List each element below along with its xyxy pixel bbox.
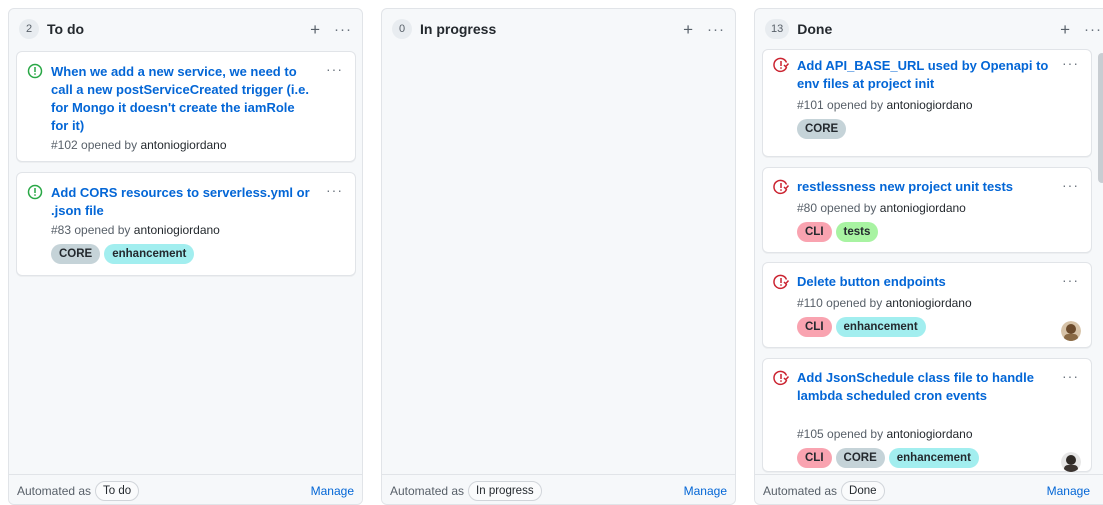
card-menu-kebab-icon[interactable]: ··· xyxy=(326,61,343,77)
automated-as-text: Automated as xyxy=(763,483,838,498)
card-count-badge: 2 xyxy=(19,19,39,39)
column-title: To do xyxy=(47,21,85,37)
manage-automation-link[interactable]: Manage xyxy=(684,484,727,498)
label-core[interactable]: CORE xyxy=(51,244,101,264)
card-count-badge: 0 xyxy=(392,19,412,39)
issue-title-link[interactable]: When we add a new service, we need to ca… xyxy=(51,63,315,135)
issue-number: #110 xyxy=(797,296,823,310)
issue-meta: #83 opened by antoniogiordano xyxy=(51,223,220,237)
label-tests[interactable]: tests xyxy=(835,222,879,242)
column-to-do: 2 To do + ··· When we add a new service,… xyxy=(8,8,363,505)
author-link[interactable]: antoniogiordano xyxy=(886,98,972,112)
issue-card[interactable]: When we add a new service, we need to ca… xyxy=(16,51,356,162)
issue-number: #83 xyxy=(51,223,72,237)
column-menu-kebab-icon[interactable]: ··· xyxy=(334,21,352,38)
label-cli[interactable]: CLI xyxy=(797,448,832,468)
manage-automation-link[interactable]: Manage xyxy=(1047,484,1090,498)
issue-card[interactable]: Add API_BASE_URL used by Openapi to env … xyxy=(762,49,1092,157)
column-menu-kebab-icon[interactable]: ··· xyxy=(1084,21,1102,38)
issue-closed-icon xyxy=(773,370,789,386)
issue-closed-icon xyxy=(773,57,789,73)
label-list: CLI tests xyxy=(797,222,879,242)
issue-opened-icon xyxy=(27,184,43,200)
issue-number: #102 xyxy=(51,138,78,152)
card-menu-kebab-icon[interactable]: ··· xyxy=(1062,272,1079,288)
issue-meta: #105 opened by antoniogiordano xyxy=(797,427,973,441)
issue-closed-icon xyxy=(773,274,789,290)
column-menu-kebab-icon[interactable]: ··· xyxy=(707,21,725,38)
issue-title-link[interactable]: Add CORS resources to serverless.yml or … xyxy=(51,184,315,220)
automated-as-text: Automated as xyxy=(17,483,92,498)
label-cli[interactable]: CLI xyxy=(797,222,832,242)
column-header: 0 In progress + ··· xyxy=(382,9,735,49)
author-link[interactable]: antoniogiordano xyxy=(134,223,220,237)
column-in-progress: 0 In progress + ··· Automated as In prog… xyxy=(381,8,736,505)
issue-number: #105 xyxy=(797,427,824,441)
opened-by-text: opened by xyxy=(827,98,884,112)
issue-card[interactable]: Add CORS resources to serverless.yml or … xyxy=(16,172,356,276)
opened-by-text: opened by xyxy=(74,223,131,237)
column-footer: Automated as Done Manage xyxy=(755,474,1103,504)
issue-number: #80 xyxy=(797,201,818,215)
author-link[interactable]: antoniogiordano xyxy=(886,296,972,310)
opened-by-text: opened by xyxy=(826,296,883,310)
card-menu-kebab-icon[interactable]: ··· xyxy=(1062,55,1079,71)
issue-card[interactable]: Delete button endpoints ··· #110 opened … xyxy=(762,262,1092,348)
opened-by-text: opened by xyxy=(81,138,138,152)
automation-preset-badge: In progress xyxy=(468,480,542,501)
issue-title-link[interactable]: Delete button endpoints xyxy=(797,273,1051,291)
label-enhancement[interactable]: enhancement xyxy=(104,244,195,264)
column-title: Done xyxy=(797,21,833,37)
issue-meta: #80 opened by antoniogiordano xyxy=(797,201,966,215)
automated-as-text: Automated as xyxy=(390,483,465,498)
label-list: CLI enhancement xyxy=(797,317,926,337)
author-link[interactable]: antoniogiordano xyxy=(886,427,972,441)
label-list: CORE xyxy=(797,119,847,139)
issue-closed-icon xyxy=(773,179,789,195)
column-footer: Automated as To do Manage xyxy=(9,474,362,504)
author-link[interactable]: antoniogiordano xyxy=(880,201,966,215)
label-list: CLI CORE enhancement xyxy=(797,448,979,468)
card-menu-kebab-icon[interactable]: ··· xyxy=(326,182,343,198)
opened-by-text: opened by xyxy=(820,201,877,215)
column-done: 13 Done + ··· Add API_BASE_URL used by O… xyxy=(754,8,1103,505)
issue-card[interactable]: restlessness new project unit tests ··· … xyxy=(762,167,1092,253)
issue-opened-icon xyxy=(27,63,43,79)
manage-automation-link[interactable]: Manage xyxy=(311,484,354,498)
add-card-plus-icon[interactable]: + xyxy=(310,21,320,38)
card-count-badge: 13 xyxy=(765,19,790,39)
card-menu-kebab-icon[interactable]: ··· xyxy=(1062,177,1079,193)
column-header: 2 To do + ··· xyxy=(9,9,362,49)
label-enhancement[interactable]: enhancement xyxy=(835,317,926,337)
issue-title-link[interactable]: restlessness new project unit tests xyxy=(797,178,1047,196)
add-card-plus-icon[interactable]: + xyxy=(683,21,693,38)
assignee-avatar[interactable] xyxy=(1061,321,1081,341)
label-list: CORE enhancement xyxy=(51,244,195,264)
author-link[interactable]: antoniogiordano xyxy=(140,138,226,152)
label-core[interactable]: CORE xyxy=(797,119,847,139)
assignee-avatar[interactable] xyxy=(1061,452,1081,472)
column-footer: Automated as In progress Manage xyxy=(382,474,735,504)
issue-number: #101 xyxy=(797,98,824,112)
label-enhancement[interactable]: enhancement xyxy=(888,448,979,468)
column-title: In progress xyxy=(420,21,497,37)
automation-preset-badge: To do xyxy=(95,480,140,501)
issue-title-link[interactable]: Add API_BASE_URL used by Openapi to env … xyxy=(797,57,1051,93)
card-menu-kebab-icon[interactable]: ··· xyxy=(1062,368,1079,384)
issue-meta: #102 opened by antoniogiordano xyxy=(51,138,227,152)
issue-meta: #110 opened by antoniogiordano xyxy=(797,296,972,310)
column-scrollbar[interactable] xyxy=(1098,53,1103,183)
issue-meta: #101 opened by antoniogiordano xyxy=(797,98,973,112)
issue-title-link[interactable]: Add JsonSchedule class file to handle la… xyxy=(797,369,1051,405)
add-card-plus-icon[interactable]: + xyxy=(1060,21,1070,38)
label-core[interactable]: CORE xyxy=(835,448,885,468)
automation-preset-badge: Done xyxy=(841,480,885,501)
label-cli[interactable]: CLI xyxy=(797,317,832,337)
issue-card[interactable]: Add JsonSchedule class file to handle la… xyxy=(762,358,1092,472)
column-header: 13 Done + ··· xyxy=(755,9,1103,49)
opened-by-text: opened by xyxy=(827,427,884,441)
